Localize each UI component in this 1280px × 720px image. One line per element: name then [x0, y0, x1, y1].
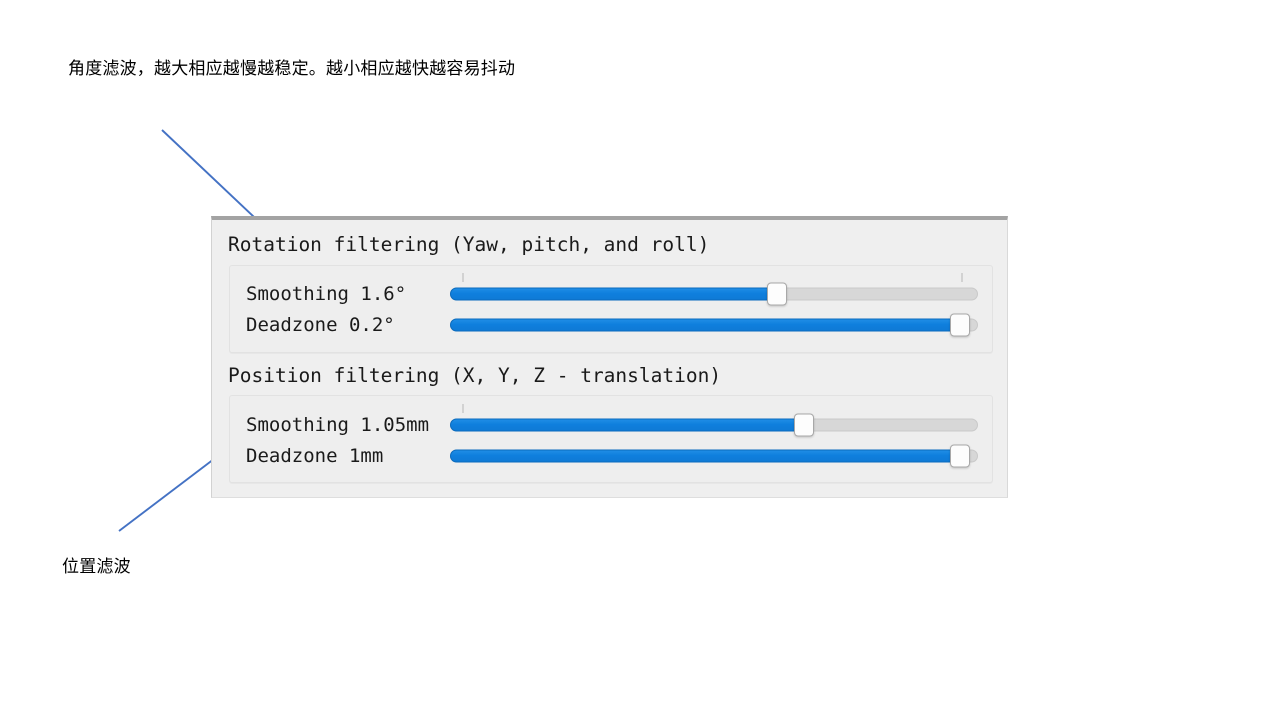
slider-tickmark [961, 273, 963, 282]
slider-group-position: Smoothing 1.05mm Deadzone 1mm [229, 395, 993, 483]
section-title-position-filtering: Position filtering (X, Y, Z - translatio… [228, 363, 722, 387]
slider-tickmark [462, 403, 464, 413]
label-name: Smoothing [246, 413, 349, 436]
slider-fill [450, 418, 804, 431]
label-value: 1.6° [360, 283, 407, 305]
annotation-note-rotation: 角度滤波，越大相应越慢越稳定。越小相应越快越容易抖动 [68, 59, 516, 79]
filtering-settings-panel: Rotation filtering (Yaw, pitch, and roll… [211, 216, 1008, 498]
label-value: 1mm [348, 444, 384, 467]
slider-group-rotation: Smoothing 1.6° Deadzone 0.2° [229, 264, 993, 353]
slider-thumb[interactable] [949, 313, 970, 337]
slider-fill [450, 287, 778, 301]
slider-position-deadzone[interactable] [450, 444, 978, 467]
slider-position-smoothing[interactable] [450, 403, 978, 436]
slider-rotation-smoothing[interactable] [450, 273, 978, 306]
slider-row-position-deadzone: Deadzone 1mm [230, 440, 992, 471]
label-position-smoothing: Smoothing 1.05mm [230, 414, 450, 436]
slider-row-rotation-deadzone: Deadzone 0.2° [230, 310, 992, 341]
label-name: Deadzone [246, 314, 338, 336]
label-rotation-smoothing: Smoothing 1.6° [230, 283, 450, 305]
slider-rotation-deadzone[interactable] [450, 313, 978, 337]
section-title-rotation-filtering: Rotation filtering (Yaw, pitch, and roll… [228, 233, 710, 256]
slider-row-rotation-smoothing: Smoothing 1.6° [230, 273, 992, 310]
label-position-deadzone: Deadzone 1mm [230, 445, 450, 467]
slider-row-position-smoothing: Smoothing 1.05mm [230, 403, 992, 440]
slider-tickmark [462, 273, 464, 282]
label-value: 1.05mm [360, 413, 430, 436]
annotation-note-position: 位置滤波 [62, 557, 131, 577]
slider-thumb[interactable] [949, 444, 970, 467]
label-name: Deadzone [246, 444, 338, 467]
label-value: 0.2° [348, 314, 395, 336]
slider-thumb[interactable] [793, 413, 814, 436]
label-name: Smoothing [246, 283, 349, 305]
slider-thumb[interactable] [767, 282, 788, 306]
slider-fill [450, 449, 960, 462]
label-rotation-deadzone: Deadzone 0.2° [230, 314, 450, 336]
slider-fill [450, 318, 960, 332]
